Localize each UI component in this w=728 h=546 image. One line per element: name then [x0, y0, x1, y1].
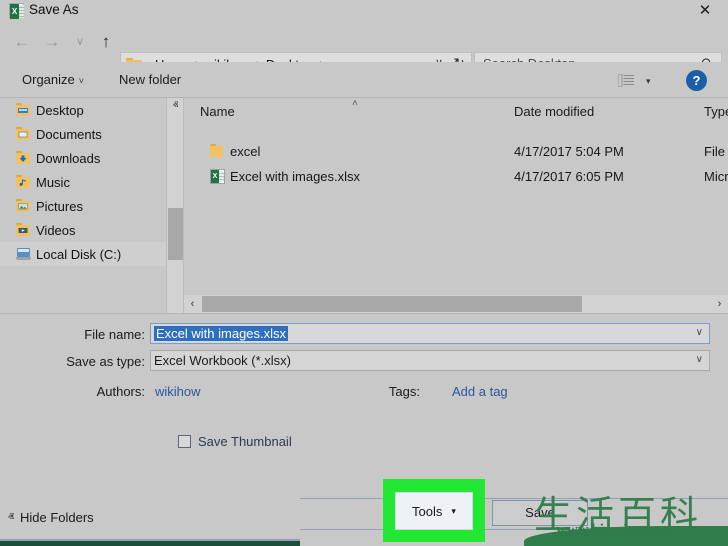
sidebar-item-label: Local Disk (C:) — [36, 247, 121, 262]
hide-folders-button[interactable]: ⱏ Hide Folders — [8, 510, 94, 525]
watermark: 生活百科 www.bimeiz.com — [524, 482, 728, 546]
sidebar-item-local-disk-c[interactable]: Local Disk (C:) — [0, 242, 166, 266]
folder-icon — [16, 175, 31, 188]
scroll-up-icon[interactable]: ⱏ — [167, 98, 184, 115]
tags-label: Tags: — [330, 384, 420, 399]
scroll-right-icon[interactable]: › — [711, 295, 728, 313]
sort-ascending-icon: ˄ — [352, 98, 358, 109]
organize-button[interactable]: Organize ˅ — [22, 72, 84, 87]
file-name-label: File name: — [20, 327, 145, 342]
chevron-down-icon[interactable]: ∨ — [696, 327, 703, 338]
column-header-date-modified[interactable]: Date modified — [514, 104, 594, 119]
forward-icon[interactable]: → — [40, 30, 64, 54]
folder-icon — [16, 103, 31, 116]
folder-icon — [16, 151, 31, 164]
new-folder-button[interactable]: New folder — [119, 72, 181, 87]
help-button[interactable]: ? — [686, 70, 707, 91]
file-name: Excel with images.xlsx — [230, 169, 360, 184]
file-type: File folder — [704, 144, 728, 159]
file-name-input[interactable]: Excel with images.xlsx ∨ — [150, 323, 710, 344]
sidebar-item-downloads[interactable]: Downloads — [0, 146, 166, 170]
chevron-down-icon: ˅ — [79, 76, 84, 86]
disk-icon — [16, 247, 31, 260]
title-bar: X Save As ✕ — [0, 0, 728, 22]
table-row[interactable]: X Excel with images.xlsx 4/17/2017 6:05 … — [184, 165, 728, 190]
sidebar-item-label: Videos — [36, 223, 76, 238]
sidebar-item-music[interactable]: Music — [0, 170, 166, 194]
sidebar-item-label: Pictures — [36, 199, 83, 214]
folder-icon — [16, 223, 31, 236]
save-thumbnail-checkbox[interactable] — [178, 435, 191, 448]
window-title: Save As — [29, 2, 79, 17]
folder-icon — [210, 144, 226, 159]
sidebar-item-desktop[interactable]: Desktop — [0, 98, 166, 122]
excel-icon: X — [9, 3, 24, 18]
file-name: excel — [230, 144, 260, 159]
column-header-type[interactable]: Type — [704, 104, 728, 119]
save-as-type-label: Save as type: — [20, 354, 145, 369]
authors-label: Authors: — [20, 384, 145, 399]
column-headers: Name ˄ Date modified Type — [184, 98, 728, 126]
chevron-down-icon[interactable]: ∨ — [696, 354, 703, 365]
save-thumbnail-label: Save Thumbnail — [198, 434, 292, 449]
up-icon[interactable]: ↑ — [94, 30, 118, 54]
file-list-pane: Name ˄ Date modified Type excel 4/17/201… — [184, 98, 728, 313]
file-date-modified: 4/17/2017 6:05 PM — [514, 169, 624, 184]
folder-icon — [16, 199, 31, 212]
column-header-name[interactable]: Name — [200, 104, 235, 119]
tools-label: Tools — [412, 504, 442, 519]
command-bar: Organize ˅ New folder ▾ ? — [0, 62, 728, 98]
chevron-up-icon: ⱏ — [8, 510, 14, 525]
table-row[interactable]: excel 4/17/2017 5:04 PM File folder — [184, 140, 728, 165]
file-date-modified: 4/17/2017 5:04 PM — [514, 144, 624, 159]
add-a-tag-link[interactable]: Add a tag — [452, 384, 508, 399]
sidebar: Desktop Documents Downloads — [0, 98, 166, 313]
file-list-horizontal-scrollbar[interactable]: ‹ › — [184, 295, 728, 313]
folder-icon — [16, 127, 31, 140]
sidebar-item-label: Desktop — [36, 103, 84, 118]
close-icon[interactable]: ✕ — [682, 0, 728, 22]
bottom-edge-strip — [0, 541, 300, 546]
view-mode-icon[interactable] — [618, 74, 634, 87]
recent-locations-icon[interactable]: ∨ — [68, 30, 92, 54]
sidebar-item-documents[interactable]: Documents — [0, 122, 166, 146]
navigation-bar: ← → ∨ ↑ ‹ Users › wikihow › Desktop › ∨ … — [0, 22, 728, 62]
authors-value[interactable]: wikihow — [155, 384, 201, 399]
tools-button[interactable]: Tools ▾ — [395, 492, 473, 530]
back-icon[interactable]: ← — [10, 30, 34, 54]
file-name-value: Excel with images.xlsx — [154, 326, 288, 341]
watermark-url: www.bimeiz.com — [556, 522, 664, 539]
sidebar-item-label: Downloads — [36, 151, 100, 166]
sidebar-item-videos[interactable]: Videos — [0, 218, 166, 242]
view-mode-dropdown-icon[interactable]: ▾ — [646, 76, 651, 87]
scrollbar-thumb[interactable] — [202, 296, 582, 312]
browser-panes: Desktop Documents Downloads — [0, 98, 728, 313]
save-thumbnail-checkbox-group[interactable]: Save Thumbnail — [178, 434, 292, 449]
chevron-down-icon: ▾ — [451, 506, 456, 517]
save-as-type-select[interactable]: Excel Workbook (*.xlsx) ∨ — [150, 350, 710, 371]
hide-folders-label: Hide Folders — [20, 510, 94, 525]
save-as-type-value: Excel Workbook (*.xlsx) — [154, 353, 291, 368]
sidebar-item-label: Music — [36, 175, 70, 190]
organize-label: Organize — [22, 72, 75, 87]
scrollbar-thumb[interactable] — [168, 208, 183, 260]
file-type: Microsoft — [704, 169, 728, 184]
sidebar-item-label: Documents — [36, 127, 102, 142]
scroll-left-icon[interactable]: ‹ — [184, 295, 201, 313]
save-as-dialog: X Save As ✕ ← → ∨ ↑ ‹ Users › wikihow › … — [0, 0, 728, 546]
sidebar-scrollbar[interactable]: ⱏ ⱟ — [166, 98, 183, 313]
scroll-down-icon[interactable]: ⱟ — [167, 296, 184, 313]
sidebar-item-pictures[interactable]: Pictures — [0, 194, 166, 218]
excel-file-icon: X — [210, 169, 226, 184]
